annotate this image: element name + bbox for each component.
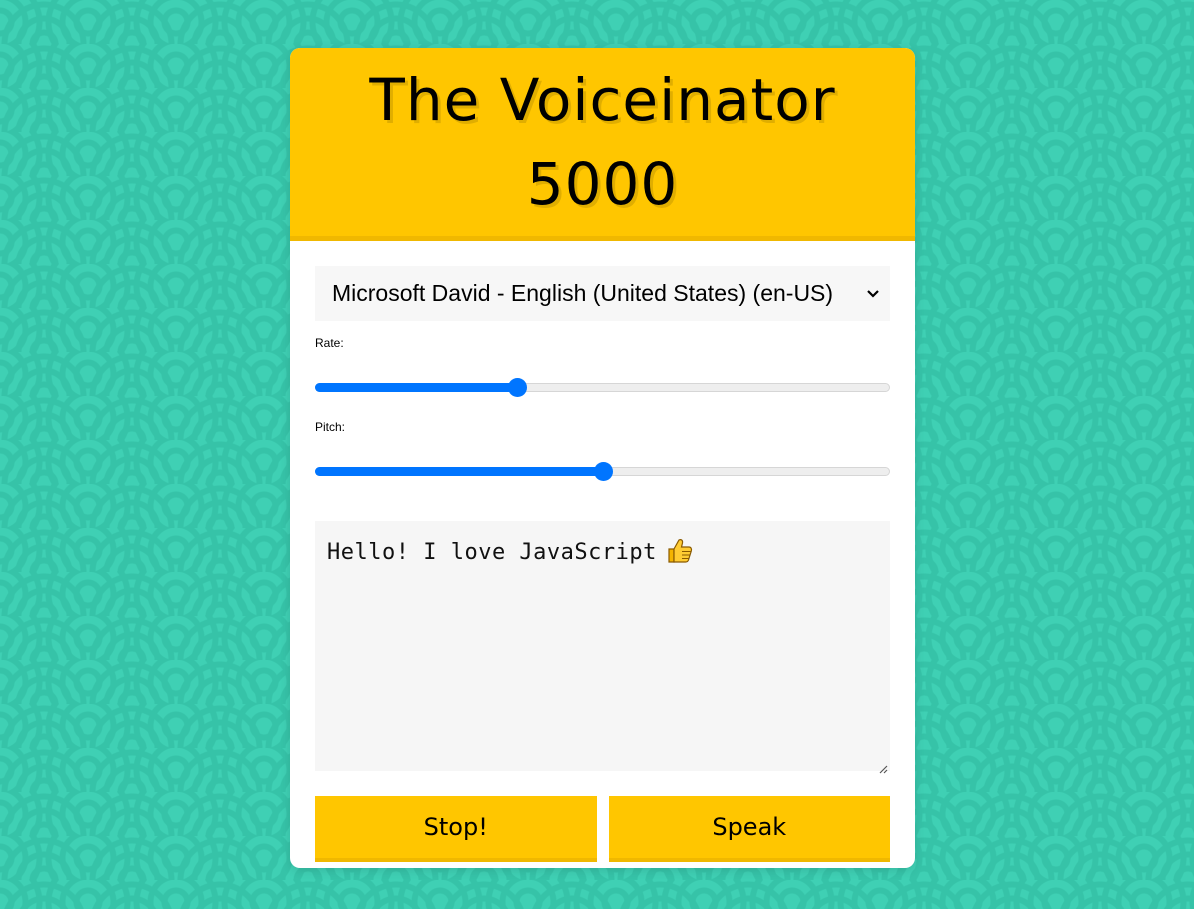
voiceinator-card: The Voiceinator 5000 Microsoft David - E… [290, 48, 915, 868]
pitch-slider[interactable] [315, 437, 890, 501]
voice-select[interactable]: Microsoft David - English (United States… [315, 266, 890, 321]
chevron-down-icon [856, 266, 890, 321]
pitch-label: Pitch: [315, 420, 346, 434]
title-line-2: 5000 [526, 150, 679, 218]
rate-slider-fill [315, 383, 517, 392]
resize-handle-icon[interactable] [878, 759, 888, 774]
page-title: The Voiceinator 5000 [290, 58, 915, 226]
rate-label: Rate: [315, 336, 344, 350]
title-line-1: The Voiceinator [369, 66, 836, 134]
rate-slider[interactable] [315, 353, 890, 417]
rate-slider-thumb[interactable] [507, 378, 527, 397]
header: The Voiceinator 5000 [290, 48, 915, 241]
message-text: Hello! I love JavaScript [327, 540, 657, 565]
message-textarea[interactable]: Hello! I love JavaScript [315, 521, 890, 774]
speak-button[interactable]: Speak [608, 796, 890, 862]
controls: Microsoft David - English (United States… [315, 266, 890, 862]
stop-button[interactable]: Stop! [315, 796, 597, 862]
thumbs-up-icon [666, 537, 694, 569]
pitch-slider-thumb[interactable] [593, 462, 613, 481]
voice-select-value: Microsoft David - English (United States… [332, 280, 834, 306]
pitch-slider-fill [315, 467, 603, 476]
button-row: Stop! Speak [315, 796, 890, 862]
